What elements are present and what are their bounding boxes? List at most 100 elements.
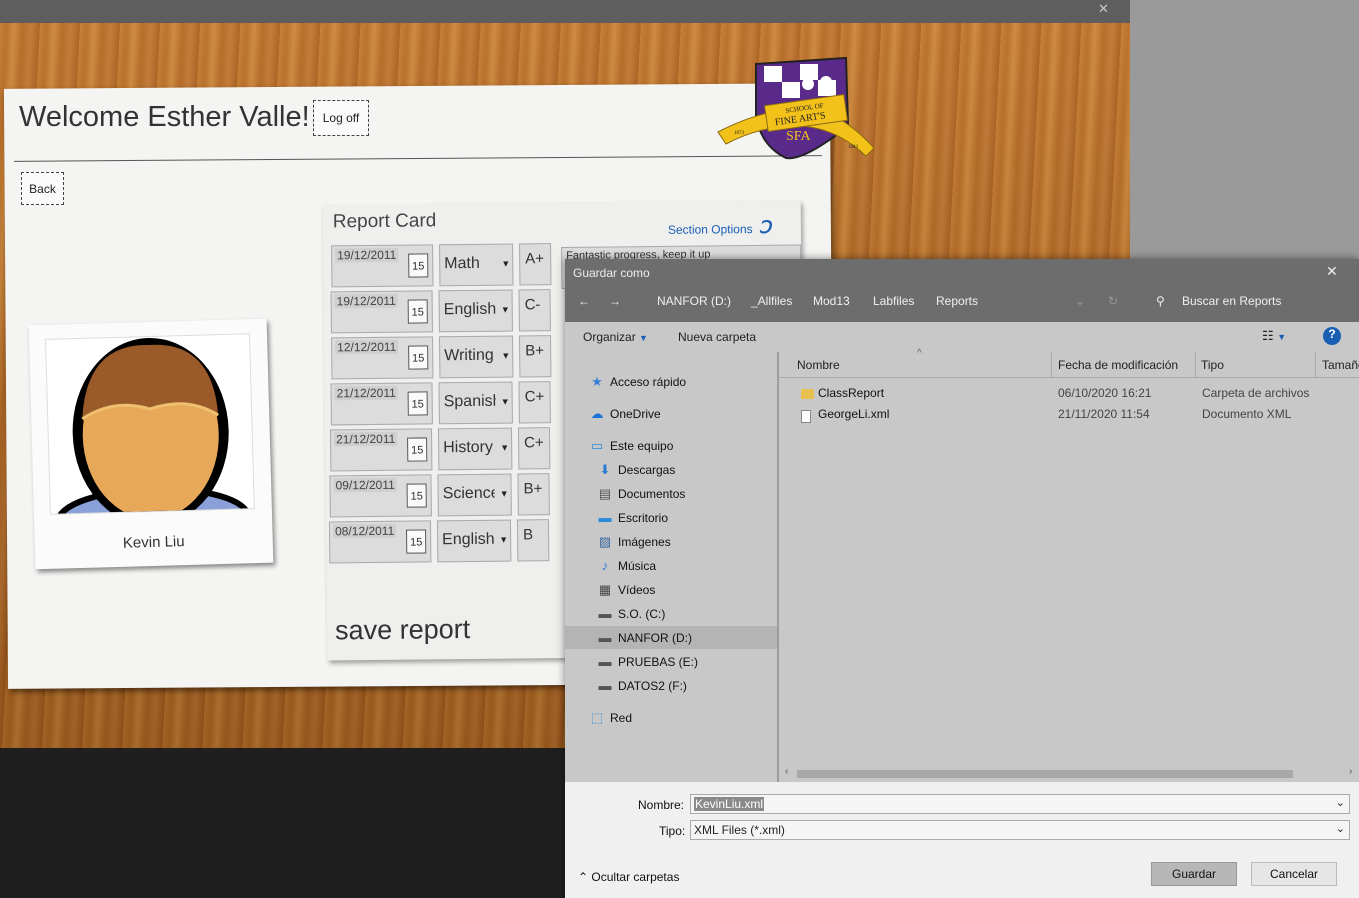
nav-item[interactable]: ▨ Imágenes [565,530,777,553]
subject-select[interactable]: Math ▼ [439,243,514,287]
cancel-button[interactable]: Cancelar [1251,862,1337,886]
subject-select[interactable]: History ▼ [437,427,513,471]
subject-select[interactable]: Spanish ▼ [438,381,513,425]
forward-arrow-icon[interactable]: → [609,294,621,308]
calendar-icon[interactable]: 15 [407,437,428,462]
help-icon[interactable]: ? [1323,327,1341,345]
subject-select[interactable]: English ▼ [438,289,513,333]
back-arrow-icon[interactable]: ← [578,294,590,308]
breadcrumb-allfiles[interactable]: _Allfiles [751,294,792,308]
grade-field[interactable]: A+ [519,243,552,286]
column-separator[interactable] [1051,352,1052,378]
nav-item[interactable]: ⬚ Red [565,706,777,729]
dropdown-arrow-icon[interactable]: ▼ [501,259,510,269]
nav-item[interactable]: ★ Acceso rápido [565,370,777,393]
dropdown-arrow-icon[interactable]: ▼ [499,535,508,545]
organize-button[interactable]: Organizar ▼ [583,330,648,344]
calendar-icon[interactable]: 15 [406,529,427,554]
chevron-down-icon[interactable]: ⌄ [1336,822,1345,835]
nav-item[interactable]: ▭ Este equipo [565,434,777,457]
dropdown-arrow-icon[interactable]: ▼ [501,351,510,361]
app-close-button[interactable]: ✕ [1098,1,1109,17]
file-list: Nombre ^ Fecha de modificación Tipo Tama… [779,348,1359,782]
nav-item[interactable]: ▬ DATOS2 (F:) [565,674,777,697]
dropdown-arrow-icon[interactable]: ▼ [501,305,510,315]
filetype-select[interactable]: XML Files (*.xml) ⌄ [690,820,1350,840]
date-picker[interactable]: 09/12/2011 15 [329,474,432,518]
date-picker[interactable]: 21/12/2011 15 [329,428,433,472]
dropdown-arrow-icon[interactable]: ▼ [500,489,509,499]
date-picker[interactable]: 19/12/2011 15 [331,244,434,288]
grade-field[interactable]: C- [518,289,551,332]
column-date[interactable]: Fecha de modificación [1058,358,1178,372]
back-button[interactable]: Back [21,172,64,205]
column-name[interactable]: Nombre [797,358,840,372]
column-size[interactable]: Tamaño [1322,358,1359,372]
calendar-icon[interactable]: 15 [406,483,427,508]
nav-item[interactable]: ♪ Música [565,554,777,577]
calendar-icon[interactable]: 15 [407,391,428,416]
grade-field[interactable]: C+ [518,381,551,424]
file-row[interactable]: ClassReport 06/10/2020 16:21 Carpeta de … [779,383,1359,404]
chevron-up-icon: ⌃ [578,870,589,884]
music-icon: ♪ [601,558,609,573]
logoff-button[interactable]: Log off [313,100,369,136]
refresh-icon[interactable]: Ↄ [759,218,771,238]
drive-icon: ▬ [598,678,612,693]
file-name: ClassReport [818,386,885,400]
column-separator[interactable] [1315,352,1316,378]
column-type[interactable]: Tipo [1201,358,1224,372]
nav-item[interactable]: ⬇ Descargas [565,458,777,481]
crest-abbr: SFA [786,129,812,144]
refresh-icon[interactable]: ↻ [1108,294,1118,308]
nav-item[interactable]: ▬ PRUEBAS (E:) [565,650,777,673]
chevron-down-icon[interactable]: ⌄ [1336,796,1345,809]
chevron-down-icon[interactable]: ⌄ [1075,294,1085,308]
new-folder-button[interactable]: Nueva carpeta [678,330,756,344]
hide-folders-toggle[interactable]: ⌃ Ocultar carpetas [578,870,679,884]
horizontal-scrollbar[interactable]: ‹ › [783,766,1359,779]
calendar-icon[interactable]: 15 [408,253,429,278]
scrollbar-thumb[interactable] [797,770,1293,778]
nav-item[interactable]: ▬ NANFOR (D:) [565,626,777,649]
nav-item[interactable]: ▬ Escritorio [565,506,777,529]
subject-select[interactable]: Science ▼ [437,473,512,517]
scroll-right-icon[interactable]: › [1349,766,1352,777]
dropdown-arrow-icon[interactable]: ▼ [500,443,509,453]
save-button[interactable]: Guardar [1151,862,1237,886]
column-separator[interactable] [1195,352,1196,378]
calendar-icon[interactable]: 15 [407,299,428,324]
save-report-button[interactable]: save report [335,614,470,646]
nav-item-label: S.O. (C:) [618,606,666,621]
breadcrumb-reports[interactable]: Reports [936,294,978,308]
scroll-left-icon[interactable]: ‹ [785,766,788,777]
search-input[interactable]: Buscar en Reports [1182,294,1281,308]
date-picker[interactable]: 12/12/2011 15 [331,336,434,380]
nav-item[interactable]: ☁ OneDrive [565,402,777,425]
grade-field[interactable]: B [516,519,550,562]
date-picker[interactable]: 08/12/2011 15 [328,520,432,564]
nav-item[interactable]: ▦ Vídeos [565,578,777,601]
section-options-link[interactable]: Section Options [668,222,753,237]
file-row[interactable]: GeorgeLi.xml 21/11/2020 11:54 Documento … [779,404,1359,425]
dialog-close-button[interactable]: ✕ [1326,263,1338,280]
grade-field[interactable]: C+ [517,427,551,470]
image-icon: ▨ [598,533,612,549]
grade-field[interactable]: B+ [519,335,552,378]
nav-item[interactable]: ▬ S.O. (C:) [565,602,777,625]
school-crest-logo: SCHOOL OF FINE ART'S SFA 1873 1943 [717,56,875,160]
desktop-icon: ▬ [598,510,612,525]
date-picker[interactable]: 19/12/2011 15 [330,290,433,334]
filename-input[interactable]: KevinLiu.xml ⌄ [690,794,1350,814]
calendar-icon[interactable]: 15 [408,345,429,370]
view-options-icon[interactable]: ☷ ▼ [1262,328,1286,344]
dropdown-arrow-icon[interactable]: ▼ [501,397,510,407]
breadcrumb-labfiles[interactable]: Labfiles [873,294,914,308]
subject-select[interactable]: Writing ▼ [439,335,514,379]
date-picker[interactable]: 21/12/2011 15 [330,382,433,426]
subject-select[interactable]: English ▼ [436,519,512,563]
nav-item[interactable]: ▤ Documentos [565,482,777,505]
grade-field[interactable]: B+ [517,473,550,516]
breadcrumb-drive[interactable]: NANFOR (D:) [657,294,731,308]
breadcrumb-mod13[interactable]: Mod13 [813,294,850,308]
